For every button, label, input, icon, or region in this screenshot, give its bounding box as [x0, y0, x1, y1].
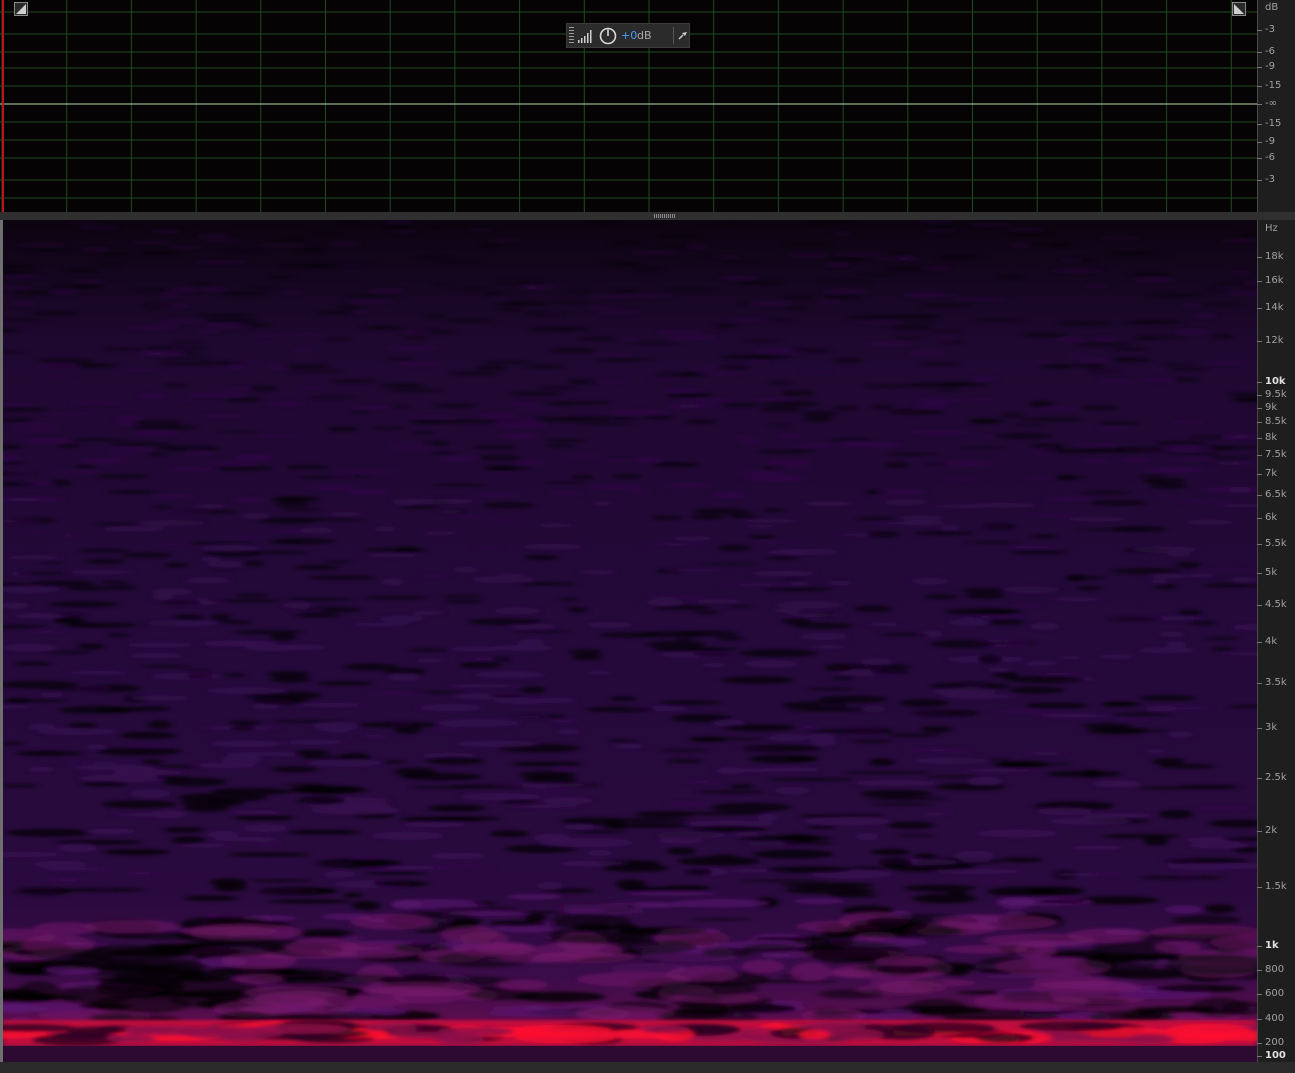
hz-tick-label: 9k	[1265, 402, 1278, 413]
hz-tick-label: 10k	[1265, 376, 1286, 387]
pin-icon[interactable]	[677, 29, 689, 41]
hz-tick-mark	[1257, 728, 1262, 729]
hz-tick-label: 9.5k	[1265, 389, 1287, 400]
hz-tick-label: 14k	[1265, 302, 1284, 313]
panel-splitter[interactable]	[0, 212, 1295, 220]
gain-unit: dB	[637, 29, 652, 42]
db-tick-mark	[1257, 142, 1262, 143]
hz-tick-label: 1k	[1265, 940, 1279, 951]
bottom-scroll-bar[interactable]	[0, 1062, 1295, 1073]
hz-tick-label: 5k	[1265, 567, 1278, 578]
db-tick-mark	[1257, 180, 1262, 181]
db-tick-label: -15	[1265, 118, 1282, 129]
db-tick-mark	[1257, 30, 1262, 31]
splitter-grip-handle[interactable]	[654, 214, 676, 218]
hz-tick-label: 8k	[1265, 432, 1278, 443]
hz-tick-mark	[1257, 408, 1262, 409]
hz-tick-mark	[1257, 438, 1262, 439]
hz-tick-label: 1.5k	[1265, 881, 1287, 892]
db-tick-mark	[1257, 52, 1262, 53]
hz-tick-label: 7.5k	[1265, 449, 1287, 460]
hz-tick-label: 16k	[1265, 275, 1284, 286]
db-tick-label: -6	[1265, 46, 1275, 57]
hz-tick-mark	[1257, 994, 1262, 995]
hz-tick-mark	[1257, 1056, 1262, 1057]
db-tick-label: -3	[1265, 174, 1275, 185]
db-tick-label: -3	[1265, 24, 1275, 35]
hz-tick-mark	[1257, 395, 1262, 396]
hz-tick-label: 4.5k	[1265, 599, 1287, 610]
hz-tick-label: 8.5k	[1265, 416, 1287, 427]
hz-tick-label: 100	[1265, 1050, 1286, 1061]
hz-tick-mark	[1257, 495, 1262, 496]
level-meter-icon	[578, 30, 592, 43]
gain-value[interactable]: +0	[621, 29, 637, 42]
hz-tick-mark	[1257, 257, 1262, 258]
db-tick-mark	[1257, 124, 1262, 125]
hz-tick-mark	[1257, 281, 1262, 282]
hz-tick-mark	[1257, 887, 1262, 888]
hz-tick-mark	[1257, 946, 1262, 947]
hz-tick-label: 18k	[1265, 251, 1284, 262]
zoom-corner-left-icon[interactable]	[14, 2, 28, 16]
db-tick-label: -∞	[1265, 98, 1277, 109]
hz-tick-mark	[1257, 422, 1262, 423]
hz-tick-label: 800	[1265, 964, 1285, 975]
hz-tick-mark	[1257, 455, 1262, 456]
waveform-panel[interactable]: +0 dB	[0, 0, 1257, 212]
hz-tick-mark	[1257, 474, 1262, 475]
db-unit-label: dB	[1265, 2, 1279, 13]
gain-hud[interactable]: +0 dB	[566, 23, 690, 48]
hz-tick-mark	[1257, 1019, 1262, 1020]
db-tick-label: -6	[1265, 152, 1275, 163]
hz-tick-mark	[1257, 778, 1262, 779]
hz-tick-label: 2k	[1265, 825, 1278, 836]
hz-tick-label: 12k	[1265, 335, 1284, 346]
hz-tick-mark	[1257, 605, 1262, 606]
playhead-cursor[interactable]	[2, 0, 4, 212]
hz-unit-label: Hz	[1265, 223, 1278, 234]
hz-tick-mark	[1257, 518, 1262, 519]
hz-tick-mark	[1257, 970, 1262, 971]
spectrogram-bottom-edge	[3, 1046, 1257, 1062]
db-tick-label: -15	[1265, 80, 1282, 91]
hz-tick-mark	[1257, 683, 1262, 684]
db-tick-label: -9	[1265, 136, 1275, 147]
db-ruler[interactable]: dB -3 -6 -9 -15 -∞ -15 -9 -6 -3	[1257, 0, 1295, 212]
hz-ruler[interactable]: Hz 18k 16k 14k 12k 10k 9.5k 9k 8.5k 8k 7.5k 7k 6.5k…	[1257, 220, 1295, 1065]
db-tick-mark	[1257, 158, 1262, 159]
hz-tick-mark	[1257, 544, 1262, 545]
gain-knob-icon[interactable]	[599, 27, 617, 45]
hz-tick-mark	[1257, 831, 1262, 832]
hz-tick-label: 6k	[1265, 512, 1278, 523]
hud-grip-handle[interactable]	[569, 27, 574, 44]
db-tick-mark	[1257, 86, 1262, 87]
hz-tick-label: 3.5k	[1265, 677, 1287, 688]
hz-tick-label: 7k	[1265, 468, 1278, 479]
hud-separator	[673, 27, 674, 44]
hz-tick-mark	[1257, 642, 1262, 643]
hz-tick-label: 4k	[1265, 636, 1278, 647]
hz-tick-label: 600	[1265, 988, 1285, 999]
hz-tick-label: 2.5k	[1265, 772, 1287, 783]
zoom-corner-right-icon[interactable]	[1232, 2, 1246, 16]
db-tick-mark	[1257, 104, 1262, 105]
hz-tick-mark	[1257, 308, 1262, 309]
hz-tick-label: 400	[1265, 1013, 1285, 1024]
hz-tick-label: 5.5k	[1265, 538, 1287, 549]
hz-tick-mark	[1257, 382, 1262, 383]
db-tick-label: -9	[1265, 61, 1275, 72]
db-tick-mark	[1257, 67, 1262, 68]
spectrogram-image	[0, 218, 1295, 1062]
hz-tick-label: 3k	[1265, 722, 1278, 733]
hz-tick-mark	[1257, 1043, 1262, 1044]
hz-tick-label: 6.5k	[1265, 489, 1287, 500]
hz-tick-label: 200	[1265, 1037, 1285, 1048]
hz-tick-mark	[1257, 341, 1262, 342]
spectrogram-panel[interactable]	[0, 218, 1295, 1062]
hz-tick-mark	[1257, 573, 1262, 574]
